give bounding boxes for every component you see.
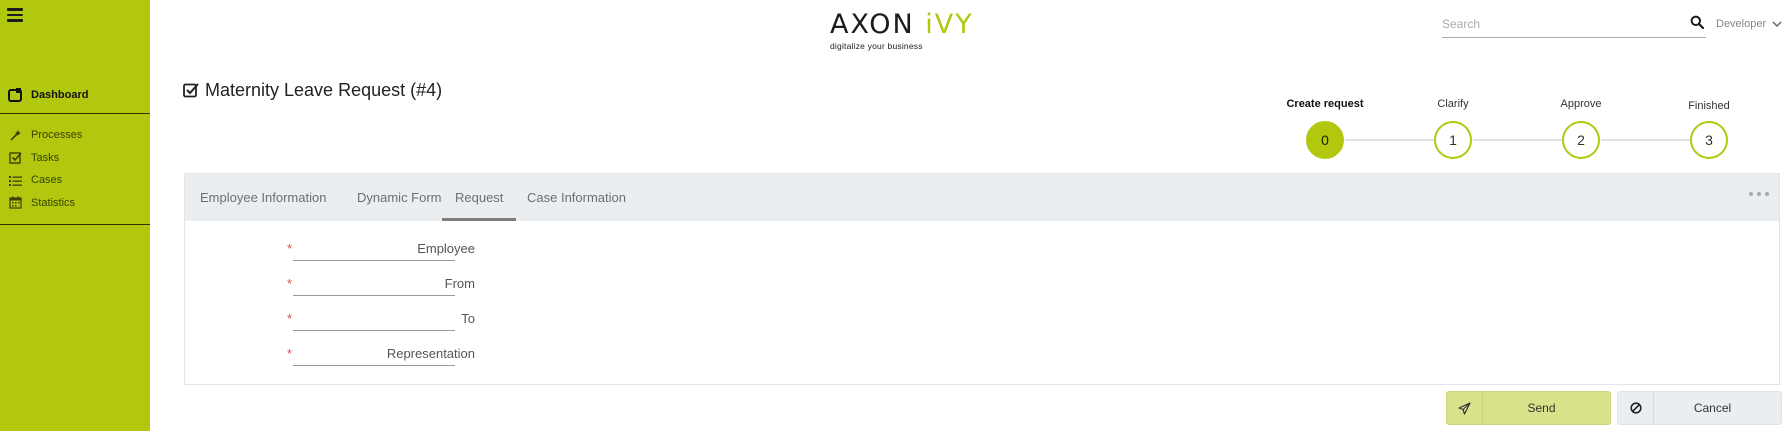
user-menu[interactable]: Developer bbox=[1716, 16, 1782, 32]
search-icon[interactable] bbox=[1690, 15, 1704, 29]
from-date-input[interactable] bbox=[293, 270, 455, 296]
step-number: 1 bbox=[1434, 121, 1472, 159]
tab-bar: Employee Information Dynamic Form Reques… bbox=[185, 174, 1779, 221]
logo-wordmark: AXON iVY bbox=[830, 10, 980, 40]
more-options-icon[interactable] bbox=[1749, 192, 1769, 200]
wand-icon bbox=[9, 129, 22, 142]
employee-field-row: Employee * bbox=[185, 233, 685, 263]
check-square-icon bbox=[9, 151, 22, 164]
ban-icon bbox=[1618, 392, 1654, 424]
menu-toggle-icon[interactable] bbox=[7, 8, 23, 22]
page-title-text: Maternity Leave Request (#4) bbox=[205, 79, 443, 100]
step-finished: Finished 3 bbox=[1664, 96, 1754, 159]
send-button[interactable]: Send bbox=[1446, 391, 1611, 425]
required-marker: * bbox=[287, 276, 293, 291]
tab-dynamic-form[interactable]: Dynamic Form bbox=[344, 174, 455, 221]
sidebar-nav: Processes Tasks Cases Statistics bbox=[0, 124, 150, 225]
step-number: 2 bbox=[1562, 121, 1600, 159]
to-date-input[interactable] bbox=[293, 305, 455, 331]
step-label: Approve bbox=[1560, 98, 1602, 110]
representation-field-row: Representation * bbox=[185, 338, 685, 368]
calendar-icon bbox=[9, 196, 22, 209]
to-label: To bbox=[461, 311, 475, 326]
sidebar-item-processes[interactable]: Processes bbox=[0, 124, 150, 147]
representation-input[interactable] bbox=[293, 340, 455, 366]
step-number: 3 bbox=[1690, 121, 1728, 159]
page-title: Maternity Leave Request (#4) bbox=[183, 79, 442, 101]
sidebar-item-label: Statistics bbox=[31, 196, 76, 209]
step-number: 0 bbox=[1306, 121, 1344, 159]
chevron-down-icon bbox=[1772, 21, 1782, 28]
logo-text: AXON bbox=[830, 9, 915, 40]
sidebar-item-label: Tasks bbox=[31, 151, 60, 164]
step-label: Create request bbox=[1286, 98, 1364, 110]
process-stepper: Create request 0 Clarify 1 Approve 2 Fin… bbox=[1280, 96, 1780, 166]
form-panel: Employee Information Dynamic Form Reques… bbox=[184, 173, 1780, 385]
required-marker: * bbox=[287, 241, 293, 256]
sidebar-item-label: Cases bbox=[31, 174, 63, 187]
paper-plane-icon bbox=[1447, 392, 1483, 424]
step-create-request: Create request 0 bbox=[1280, 96, 1370, 159]
cancel-button[interactable]: Cancel bbox=[1617, 391, 1782, 425]
sidebar-item-label: Processes bbox=[31, 129, 83, 142]
step-clarify: Clarify 1 bbox=[1408, 96, 1498, 159]
sidebar-item-tasks[interactable]: Tasks bbox=[0, 147, 150, 170]
step-label: Finished bbox=[1688, 100, 1730, 112]
logo-accent-text: iVY bbox=[925, 9, 974, 40]
send-button-label: Send bbox=[1527, 401, 1556, 415]
to-field-row: To * bbox=[185, 303, 685, 333]
required-marker: * bbox=[287, 346, 293, 361]
tab-case-information[interactable]: Case Information bbox=[514, 174, 639, 221]
sidebar: Dashboard Processes Tasks Cases Statisti… bbox=[0, 0, 150, 431]
tab-request[interactable]: Request bbox=[442, 174, 517, 221]
employee-input[interactable] bbox=[293, 235, 455, 261]
check-square-icon bbox=[183, 83, 199, 98]
sidebar-item-label: Dashboard bbox=[31, 88, 89, 101]
dashboard-icon bbox=[8, 87, 22, 102]
tab-employee-information[interactable]: Employee Information bbox=[187, 174, 339, 221]
global-search bbox=[1442, 12, 1706, 38]
sidebar-item-statistics[interactable]: Statistics bbox=[0, 192, 150, 215]
required-marker: * bbox=[287, 311, 293, 326]
step-label: Clarify bbox=[1437, 98, 1469, 110]
sidebar-item-cases[interactable]: Cases bbox=[0, 169, 150, 192]
app-logo[interactable]: AXON iVY digitalize your business bbox=[830, 10, 980, 54]
step-approve: Approve 2 bbox=[1536, 96, 1626, 159]
user-name: Developer bbox=[1716, 18, 1767, 30]
list-icon bbox=[9, 174, 22, 187]
from-field-row: From * bbox=[185, 268, 685, 298]
logo-tagline: digitalize your business bbox=[830, 41, 923, 51]
cancel-button-label: Cancel bbox=[1693, 401, 1732, 415]
search-input[interactable] bbox=[1442, 14, 1672, 34]
sidebar-item-dashboard[interactable]: Dashboard bbox=[0, 76, 150, 114]
